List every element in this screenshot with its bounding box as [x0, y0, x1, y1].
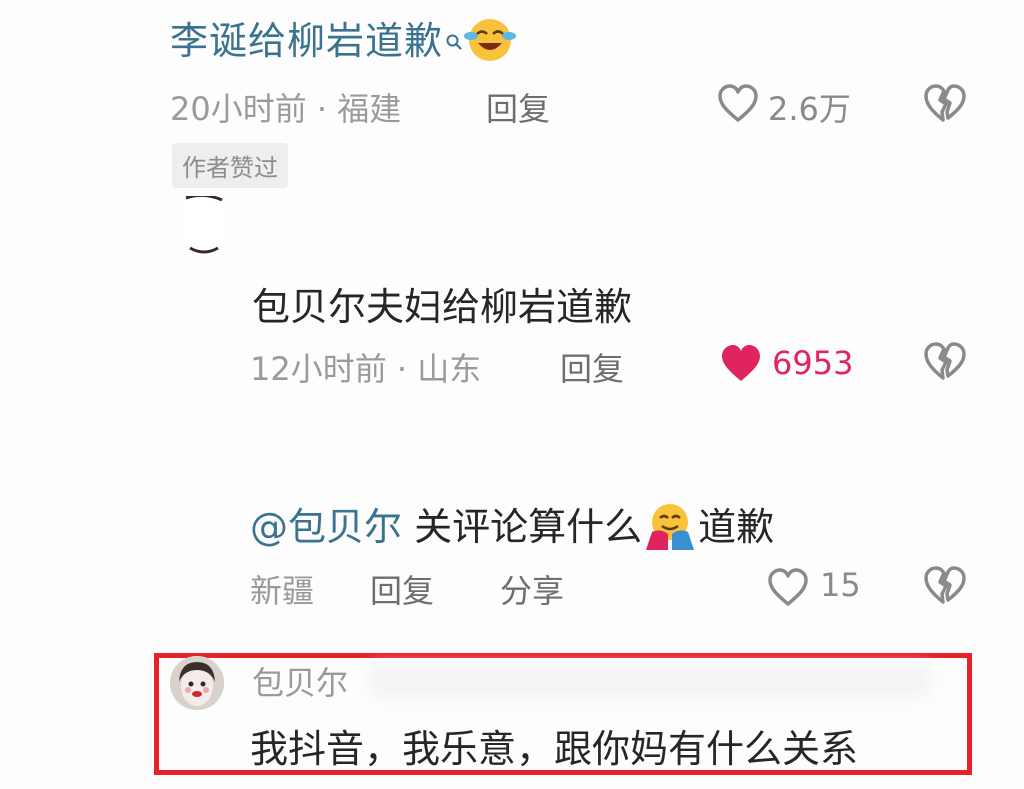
meta-separator: · — [316, 90, 328, 128]
search-icon — [445, 16, 463, 60]
broken-heart-icon[interactable] — [922, 82, 968, 124]
top-comment-location: 福建 — [337, 90, 402, 128]
laughing-crying-emoji-icon — [463, 14, 517, 73]
avatar[interactable] — [184, 196, 224, 256]
comment-section: 李诞给柳岩道歉 20小时前 · 福建 回复 2.6万 作者赞过 包贝尔夫妇给柳岩… — [0, 0, 1024, 789]
comment-title-text[interactable]: 李诞给柳岩道歉 — [170, 19, 443, 63]
reply2-text: @包贝尔 关评论算什么 道歉 — [250, 496, 774, 559]
reply1-reply-button[interactable]: 回复 — [560, 344, 624, 390]
reply1-text: 包贝尔夫妇给柳岩道歉 — [252, 285, 633, 329]
reply2-like-count: 15 — [820, 566, 861, 604]
reply2-reply-button[interactable]: 回复 — [370, 566, 434, 612]
heart-filled-icon[interactable] — [718, 342, 764, 384]
reply2-share-button[interactable]: 分享 — [500, 566, 564, 612]
comment-title-link[interactable]: 李诞给柳岩道歉 — [170, 10, 517, 73]
top-comment-meta: 20小时前 · 福建 — [170, 84, 401, 130]
highlighted-username[interactable]: 包贝尔 — [252, 658, 348, 704]
heart-outline-icon[interactable] — [716, 82, 760, 124]
reply2-text-part2: 道歉 — [698, 505, 775, 549]
mention-link[interactable]: @包贝尔 — [250, 505, 402, 549]
hugging-emoji-icon — [642, 500, 698, 559]
reply1-time: 12小时前 — [250, 350, 387, 388]
reply1-meta: 12小时前 · 山东 — [250, 344, 481, 390]
blurred-region — [370, 664, 930, 698]
reply2-location: 新疆 — [250, 572, 315, 610]
top-comment-time: 20小时前 — [170, 90, 307, 128]
top-comment-like-count: 2.6万 — [768, 90, 851, 128]
highlighted-comment-text: 我抖音，我乐意，跟你妈有什么关系 — [250, 727, 859, 771]
reply1-like-count: 6953 — [772, 344, 854, 382]
reply2-text-part1: 关评论算什么 — [402, 505, 643, 549]
broken-heart-icon[interactable] — [922, 340, 968, 382]
author-liked-badge: 作者赞过 — [172, 143, 288, 188]
heart-outline-icon[interactable] — [766, 566, 810, 608]
reply1-location: 山东 — [417, 350, 482, 388]
broken-heart-icon[interactable] — [922, 564, 968, 606]
meta-separator: · — [396, 350, 408, 388]
avatar[interactable] — [170, 656, 224, 710]
top-comment-reply-button[interactable]: 回复 — [486, 84, 550, 130]
